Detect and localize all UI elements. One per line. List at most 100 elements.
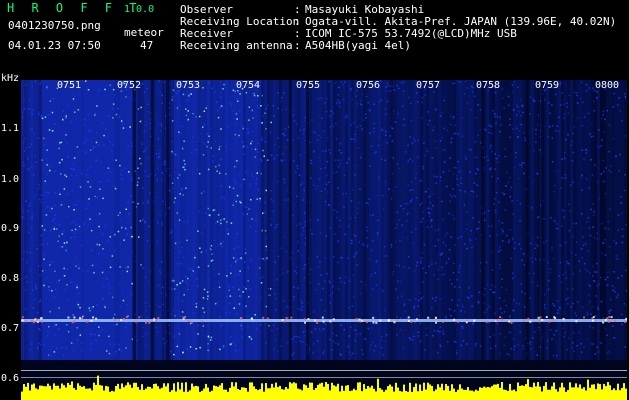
- spectrogram-speckle: [124, 227, 127, 230]
- spectrogram-speckle: [125, 322, 128, 324]
- spectrogram-speckle: [48, 191, 50, 194]
- spectrogram-speckle: [131, 291, 133, 294]
- spectrogram-speckle: [109, 292, 111, 295]
- spectrogram-speckle: [43, 284, 45, 287]
- carrier-dot: [358, 318, 361, 321]
- spectrogram-speckle: [301, 302, 303, 304]
- spectrogram-speckle: [183, 220, 185, 223]
- spectrogram-speckle: [442, 171, 445, 173]
- signal-bar: [337, 383, 339, 400]
- spectrogram-speckle: [321, 329, 324, 331]
- spectrogram-speckle: [161, 179, 163, 182]
- spectrogram-band: [114, 80, 117, 360]
- spectrogram-speckle: [161, 172, 163, 174]
- spectrogram-speckle: [257, 142, 259, 144]
- spectrogram-speckle: [420, 117, 423, 119]
- spectrogram-speckle: [233, 307, 235, 309]
- spectrogram-speckle: [227, 127, 229, 129]
- spectrogram-speckle: [108, 115, 110, 117]
- spectrogram-speckle: [159, 270, 161, 272]
- spectrogram-speckle: [399, 329, 402, 331]
- spectrogram-speckle: [442, 333, 445, 335]
- spectrogram-speckle: [362, 119, 365, 121]
- spectrogram-speckle: [324, 256, 327, 259]
- spectrogram-speckle: [30, 143, 33, 146]
- spectrogram-speckle: [476, 184, 478, 186]
- spectrogram-speckle: [625, 269, 627, 272]
- spectrogram-speckle: [518, 130, 520, 132]
- carrier-dot: [607, 320, 610, 323]
- spectrogram-speckle: [94, 195, 96, 198]
- spectrogram-speckle: [31, 218, 33, 220]
- spectrogram-speckle: [159, 306, 161, 308]
- spectrogram-speckle: [181, 300, 183, 302]
- spectrogram-speckle: [229, 302, 231, 304]
- spectrogram-speckle: [239, 200, 241, 203]
- signal-bar: [503, 389, 505, 400]
- spectrogram-speckle: [29, 269, 31, 272]
- spectrogram-speckle: [576, 91, 578, 94]
- spectrogram-speckle: [107, 167, 110, 169]
- carrier-dot: [510, 321, 513, 324]
- spectrogram-speckle: [533, 150, 535, 152]
- spectrogram-speckle: [534, 247, 537, 249]
- spectrogram-speckle: [238, 134, 240, 137]
- signal-bar: [477, 390, 479, 400]
- spectrogram-speckle: [113, 353, 116, 355]
- carrier-dot: [153, 318, 156, 321]
- spectrogram-speckle: [283, 132, 285, 135]
- spectrogram-speckle: [66, 284, 68, 286]
- spectrogram-speckle: [460, 310, 462, 312]
- spectrogram-speckle: [371, 248, 374, 251]
- spectrogram-speckle: [76, 146, 79, 148]
- spectrogram-speckle: [175, 223, 177, 226]
- spectrogram-speckle: [404, 203, 406, 205]
- spectrogram-speckle: [65, 115, 67, 117]
- spectrogram-speckle: [457, 299, 460, 301]
- spectrogram-speckle: [68, 309, 71, 311]
- signal-bar: [485, 387, 487, 400]
- spectrogram-speckle: [316, 185, 319, 187]
- spectrogram-speckle: [450, 115, 452, 117]
- spectrogram-speckle: [179, 105, 181, 107]
- spectrogram-speckle: [73, 182, 75, 184]
- spectrogram-speckle: [602, 159, 604, 161]
- spectrogram-speckle: [285, 251, 288, 253]
- spectrogram-speckle: [385, 334, 388, 336]
- spectrogram-speckle: [502, 230, 504, 233]
- signal-bar: [499, 387, 501, 400]
- spectrogram-speckle: [195, 148, 197, 151]
- carrier-dot: [575, 320, 578, 323]
- spectrogram-speckle: [118, 343, 120, 346]
- spectrogram-speckle: [138, 236, 140, 238]
- signal-bar: [39, 385, 41, 400]
- spectrogram-speckle: [420, 221, 423, 223]
- spectrogram-speckle: [523, 306, 526, 308]
- spectrogram-speckle: [226, 275, 228, 277]
- spectrogram-speckle: [324, 167, 326, 169]
- spectrogram-speckle: [427, 196, 430, 198]
- signal-bar: [235, 382, 237, 400]
- spectrogram-speckle: [471, 295, 473, 297]
- signal-bar: [199, 391, 201, 400]
- spectrogram-speckle: [474, 345, 477, 347]
- spectrogram-speckle: [269, 131, 272, 134]
- spectrogram-speckle: [416, 261, 419, 264]
- spectrogram-speckle: [130, 176, 133, 179]
- spectrogram-speckle: [475, 117, 477, 119]
- signal-bar: [351, 390, 353, 400]
- spectrogram-speckle: [385, 113, 387, 115]
- carrier-dot: [554, 317, 557, 320]
- spectrogram-speckle: [354, 133, 357, 136]
- spectrogram-speckle: [158, 152, 161, 154]
- signal-bar: [301, 390, 303, 400]
- spectrogram-speckle: [405, 151, 407, 153]
- spectrogram-speckle: [234, 165, 236, 168]
- signal-bar: [605, 386, 607, 400]
- spectrogram-speckle: [314, 328, 317, 330]
- spectrogram-speckle: [25, 200, 27, 202]
- spectrogram-speckle: [370, 344, 372, 347]
- signal-bar: [343, 390, 345, 400]
- x-tick-0756: 0756: [356, 80, 381, 91]
- spectrogram-speckle: [589, 285, 591, 287]
